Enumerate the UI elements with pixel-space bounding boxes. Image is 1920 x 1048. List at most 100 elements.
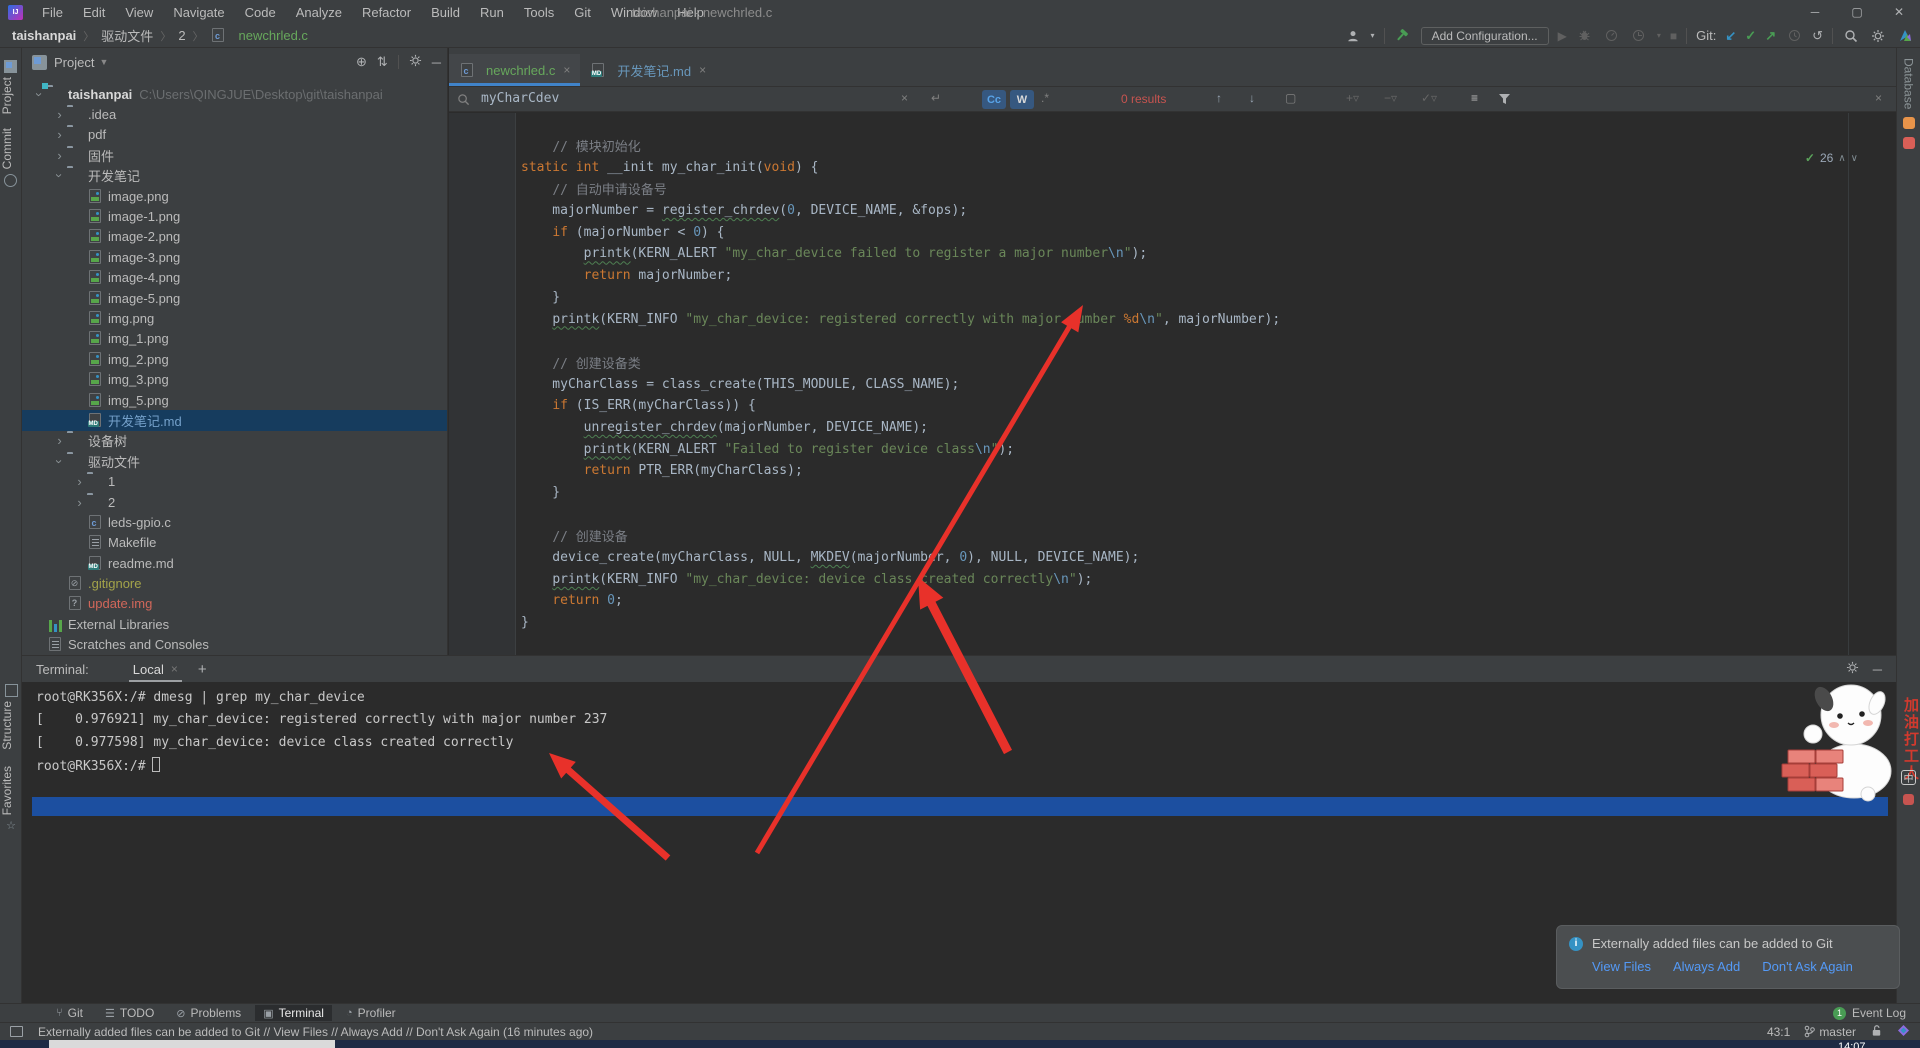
tree-expand-icon[interactable]: › xyxy=(52,148,67,163)
code-line-66[interactable]: 66⌂} xyxy=(449,612,1896,634)
tree-item-readme.md[interactable]: readme.md xyxy=(22,553,447,573)
tool-button-database[interactable]: Database xyxy=(1902,58,1916,109)
tree-expand-icon[interactable]: › xyxy=(52,433,67,448)
next-occurrence-icon[interactable]: ↓ xyxy=(1249,91,1255,105)
breadcrumb-project[interactable]: taishanpai xyxy=(12,28,76,43)
code-line-49[interactable]: 49 printk(KERN_ALERT "my_char_device fai… xyxy=(449,243,1896,265)
code-line-47[interactable]: 47 majorNumber = register_chrdev(0, DEVI… xyxy=(449,200,1896,222)
terminal-prompt-line[interactable]: root@RK356X:/# xyxy=(36,757,1896,779)
code-editor[interactable]: 4344 // 模块初始化45⊟static int __init my_cha… xyxy=(449,113,1896,655)
tree-item-image-2.png[interactable]: image-2.png xyxy=(22,227,447,247)
search-options-icon[interactable]: ≡ xyxy=(1471,91,1478,105)
tree-item-.idea[interactable]: ›.idea xyxy=(22,104,447,124)
code-line-45[interactable]: 45⊟static int __init my_char_init(void) … xyxy=(449,156,1896,178)
tree-item-设备树[interactable]: ›设备树 xyxy=(22,431,447,451)
prev-problem-icon[interactable]: ∧ xyxy=(1838,153,1845,164)
tree-item-image.png[interactable]: image.png xyxy=(22,186,447,206)
tree-item-开发笔记[interactable]: ›开发笔记 xyxy=(22,166,447,186)
panel-settings-gear-icon[interactable] xyxy=(409,54,422,70)
hide-terminal-icon[interactable]: ─ xyxy=(1873,662,1882,677)
breadcrumb-folder[interactable]: 驱动文件 xyxy=(101,26,153,45)
code-line-52[interactable]: 52 printk(KERN_INFO "my_char_device: reg… xyxy=(449,308,1896,330)
menu-build[interactable]: Build xyxy=(422,3,469,22)
code-line-51[interactable]: 51⌂ } xyxy=(449,287,1896,309)
match-case-toggle[interactable]: Cc xyxy=(982,90,1006,109)
git-notification-balloon[interactable]: i Externally added files can be added to… xyxy=(1556,925,1900,989)
new-terminal-icon[interactable]: + xyxy=(198,661,207,678)
code-line-57[interactable]: 57 unregister_chrdev(majorNumber, DEVICE… xyxy=(449,417,1896,439)
locate-file-icon[interactable]: ⊕ xyxy=(356,54,367,70)
red-plugin-icon[interactable] xyxy=(1903,794,1914,805)
tool-button-project[interactable]: Project xyxy=(0,77,14,114)
tree-expand-icon[interactable]: › xyxy=(52,107,67,122)
rollback-icon[interactable]: ↺ xyxy=(1812,28,1823,44)
code-line-62[interactable]: 62 // 创建设备 xyxy=(449,525,1896,547)
tree-item-External Libraries[interactable]: External Libraries xyxy=(22,614,447,634)
tree-expand-icon[interactable]: › xyxy=(52,454,67,469)
tree-expand-icon[interactable]: › xyxy=(32,87,47,102)
code-line-56[interactable]: 56⊟ if (IS_ERR(myCharClass)) { xyxy=(449,395,1896,417)
tree-item-image-1.png[interactable]: image-1.png xyxy=(22,206,447,226)
tree-item-img_2.png[interactable]: img_2.png xyxy=(22,349,447,369)
tree-item-2[interactable]: ›2 xyxy=(22,492,447,512)
git-push-icon[interactable]: ↗ xyxy=(1765,28,1776,44)
tree-item-img.png[interactable]: img.png xyxy=(22,308,447,328)
menu-run[interactable]: Run xyxy=(471,3,513,22)
menu-tools[interactable]: Tools xyxy=(515,3,563,22)
clear-search-icon[interactable]: × xyxy=(901,91,908,105)
tree-item-1[interactable]: ›1 xyxy=(22,471,447,491)
tree-item-开发笔记.md[interactable]: 开发笔记.md xyxy=(22,410,447,430)
notification-action-always-add[interactable]: Always Add xyxy=(1673,959,1740,974)
code-line-50[interactable]: 50 return majorNumber; xyxy=(449,265,1896,287)
close-button[interactable]: ✕ xyxy=(1878,0,1920,24)
maximize-button[interactable]: ▢ xyxy=(1836,0,1878,24)
project-view-dropdown-icon[interactable]: ▼ xyxy=(99,57,108,67)
tab-开发笔记.md[interactable]: 开发笔记.md× xyxy=(580,54,716,86)
code-line-46[interactable]: 46 // 自动申请设备号 xyxy=(449,178,1896,200)
code-line-61[interactable]: 61 xyxy=(449,503,1896,525)
search-input[interactable]: myCharCdev xyxy=(481,91,559,106)
menu-code[interactable]: Code xyxy=(236,3,285,22)
tree-item-taishanpai[interactable]: ›taishanpaiC:\Users\QINGJUE\Desktop\git\… xyxy=(22,84,447,104)
menu-view[interactable]: View xyxy=(116,3,162,22)
code-line-64[interactable]: 64 printk(KERN_INFO "my_char_device: dev… xyxy=(449,568,1896,590)
tool-button-commit[interactable]: Commit xyxy=(0,128,14,169)
tree-item-固件[interactable]: ›固件 xyxy=(22,145,447,165)
code-line-55[interactable]: 55 myCharClass = class_create(THIS_MODUL… xyxy=(449,373,1896,395)
find-in-selection-icon[interactable]: ▢ xyxy=(1285,91,1296,105)
tree-item-img_3.png[interactable]: img_3.png xyxy=(22,369,447,389)
tab-newchrled.c[interactable]: newchrled.c× xyxy=(449,54,580,86)
tree-expand-icon[interactable]: › xyxy=(52,127,67,142)
hide-panel-icon[interactable]: ─ xyxy=(432,55,441,70)
code-line-67[interactable]: 67 xyxy=(449,634,1896,656)
inspections-widget[interactable]: ✓ 26 ∧ ∨ xyxy=(1805,151,1858,165)
build-hammer-icon[interactable] xyxy=(1394,27,1412,45)
tree-item-Scratches and Consoles[interactable]: Scratches and Consoles xyxy=(22,635,447,655)
tree-item-驱动文件[interactable]: ›驱动文件 xyxy=(22,451,447,471)
tree-item-update.img[interactable]: update.img xyxy=(22,594,447,614)
minimize-button[interactable]: ─ xyxy=(1794,0,1836,24)
whole-words-toggle[interactable]: W xyxy=(1010,90,1034,109)
menu-analyze[interactable]: Analyze xyxy=(287,3,351,22)
caret-position[interactable]: 43:1 xyxy=(1767,1025,1790,1039)
taskbar-app-button[interactable] xyxy=(49,1040,335,1048)
regex-toggle[interactable]: .* xyxy=(1041,91,1049,105)
toolwindow-button-problems[interactable]: ⊘Problems xyxy=(168,1005,249,1021)
user-account-icon[interactable] xyxy=(1344,27,1362,45)
breadcrumb-file[interactable]: newchrled.c xyxy=(239,28,308,43)
tree-item-img_5.png[interactable]: img_5.png xyxy=(22,390,447,410)
event-log-button[interactable]: 1 Event Log xyxy=(1833,1006,1906,1020)
tree-expand-icon[interactable]: › xyxy=(72,495,87,510)
terminal-settings-gear-icon[interactable] xyxy=(1846,661,1859,677)
close-search-icon[interactable]: × xyxy=(1875,91,1882,105)
tool-button-favorites[interactable]: Favorites xyxy=(0,766,14,815)
add-configuration-button[interactable]: Add Configuration... xyxy=(1421,27,1549,45)
menu-navigate[interactable]: Navigate xyxy=(164,3,233,22)
project-panel-title[interactable]: Project xyxy=(54,55,94,70)
tree-item-leds-gpio.c[interactable]: leds-gpio.c xyxy=(22,512,447,532)
git-commit-check-icon[interactable]: ✓ xyxy=(1745,28,1756,44)
toolwindow-button-git[interactable]: ⑂Git xyxy=(48,1005,91,1021)
tree-item-image-3.png[interactable]: image-3.png xyxy=(22,247,447,267)
close-tab-icon[interactable]: × xyxy=(563,63,570,77)
terminal-tab-local[interactable]: Local × xyxy=(129,656,182,682)
